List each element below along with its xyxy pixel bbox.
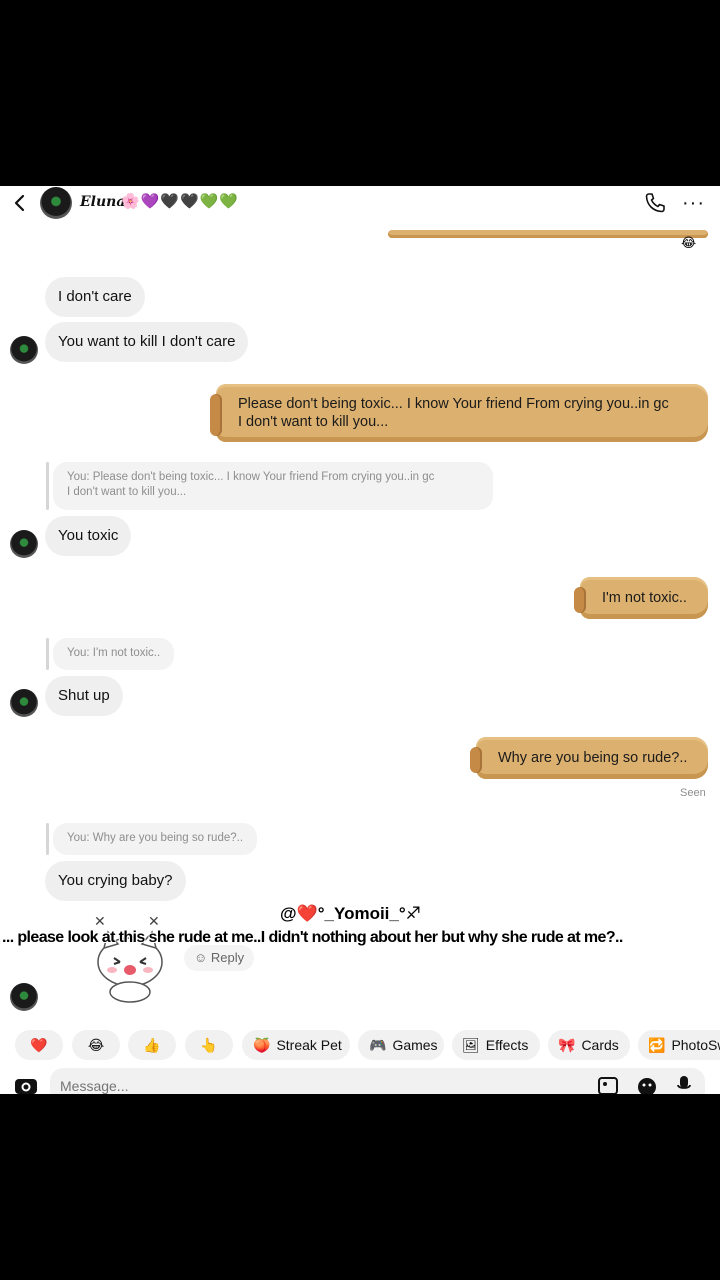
incoming-message[interactable]: Shut up (45, 676, 123, 716)
chip-label: PhotoSw (671, 1037, 720, 1053)
previous-message-partial (388, 230, 708, 238)
quick-reaction-heart[interactable]: ❤️ (15, 1030, 63, 1060)
sender-avatar[interactable] (10, 336, 38, 364)
sender-avatar[interactable] (10, 689, 38, 717)
more-options-icon[interactable]: ··· (682, 193, 705, 213)
contact-name-emojis: 🌸💜🖤🖤💚💚 (121, 192, 240, 210)
incoming-message[interactable]: You crying baby? (45, 861, 186, 901)
gamepad-icon: 🎮 (369, 1037, 387, 1053)
chip-label: Effects (485, 1037, 529, 1053)
microphone-icon[interactable] (677, 1076, 691, 1094)
outgoing-message[interactable]: I'm not toxic.. (574, 577, 708, 619)
photoswap-icon: 🔁 (648, 1037, 666, 1053)
incoming-message[interactable]: I don't care (45, 277, 145, 317)
contact-avatar[interactable] (40, 187, 72, 219)
thumbs-up-icon: 👍 (143, 1037, 161, 1053)
back-arrow-icon[interactable] (10, 192, 30, 214)
reply-indicator-bar (46, 638, 49, 670)
quick-reaction-thumbs-up[interactable]: 👍 (128, 1030, 176, 1060)
gallery-icon[interactable] (598, 1077, 618, 1094)
incoming-message[interactable]: You toxic (45, 516, 132, 556)
svg-text:✕: ✕ (148, 914, 160, 930)
chip-label: Games (392, 1037, 438, 1053)
replied-quote-line: I don't want to kill you... (67, 486, 187, 498)
replied-quote: You: Why are you being so rude?.. (53, 823, 258, 855)
reply-indicator-bar (46, 823, 49, 855)
message-input[interactable] (60, 1078, 460, 1094)
sticker-icon[interactable] (637, 1077, 657, 1094)
reply-indicator-bar (46, 462, 49, 510)
cards-icon: 🎀 (558, 1037, 576, 1053)
outgoing-message[interactable]: Please don't being toxic... I know Your … (210, 384, 708, 442)
reply-button[interactable]: ☺ Reply (184, 945, 255, 971)
phone-call-icon[interactable] (643, 191, 667, 215)
streak-pet-chip[interactable]: 🍑 Streak Pet (242, 1030, 350, 1060)
seen-indicator: Seen (680, 787, 706, 799)
message-reaction: 😂 (681, 235, 697, 250)
chat-header: Eluna 🌸💜🖤🖤💚💚 ··· (0, 186, 720, 220)
sender-avatar[interactable] (10, 983, 38, 1011)
overlay-caption: ... please look at this she rude at me..… (2, 929, 623, 946)
reply-label: Reply (210, 950, 245, 965)
cards-chip[interactable]: 🎀 Cards (548, 1030, 630, 1060)
cat-sticker[interactable]: ✕ ✕ (92, 912, 168, 1004)
outgoing-message-text: I'm not toxic.. (602, 590, 687, 606)
chip-label: Streak Pet (276, 1037, 342, 1053)
replied-quote: You: Please don't being toxic... I know … (53, 462, 493, 510)
games-chip[interactable]: 🎮 Games (358, 1030, 444, 1060)
photoswap-chip[interactable]: 🔁 PhotoSw (638, 1030, 720, 1060)
quick-reaction-laugh[interactable]: 😂 (72, 1030, 120, 1060)
replied-quote-line: You: Please don't being toxic... I know … (67, 471, 435, 483)
chip-label: Cards (581, 1037, 619, 1053)
pointing-hand-icon: 👆 (200, 1037, 218, 1053)
quick-reaction-point[interactable]: 👆 (185, 1030, 233, 1060)
heart-icon: ❤️ (30, 1037, 48, 1053)
smiley-icon: ☺ (194, 950, 208, 965)
outgoing-message-line: Please don't being toxic... I know Your … (238, 396, 669, 412)
outgoing-message[interactable]: Why are you being so rude?.. (470, 737, 708, 779)
contact-name[interactable]: Eluna (80, 194, 125, 210)
message-composer (50, 1068, 705, 1094)
outgoing-message-text: Why are you being so rude?.. (498, 750, 688, 766)
streak-pet-icon: 🍑 (253, 1037, 271, 1053)
svg-text:✕: ✕ (94, 914, 106, 930)
sender-avatar[interactable] (10, 530, 38, 558)
incoming-message[interactable]: You want to kill I don't care (45, 322, 249, 362)
replied-quote: You: I'm not toxic.. (53, 638, 175, 670)
laughing-face-icon: 😂 (87, 1037, 105, 1053)
effects-chip[interactable]: 🖼 Effects (452, 1030, 540, 1060)
camera-icon[interactable] (14, 1076, 38, 1094)
effects-icon: 🖼 (462, 1037, 480, 1053)
outgoing-message-line: I don't want to kill you... (238, 414, 389, 430)
overlay-username: @❤️°_Yomoii_°♐ (280, 904, 421, 923)
